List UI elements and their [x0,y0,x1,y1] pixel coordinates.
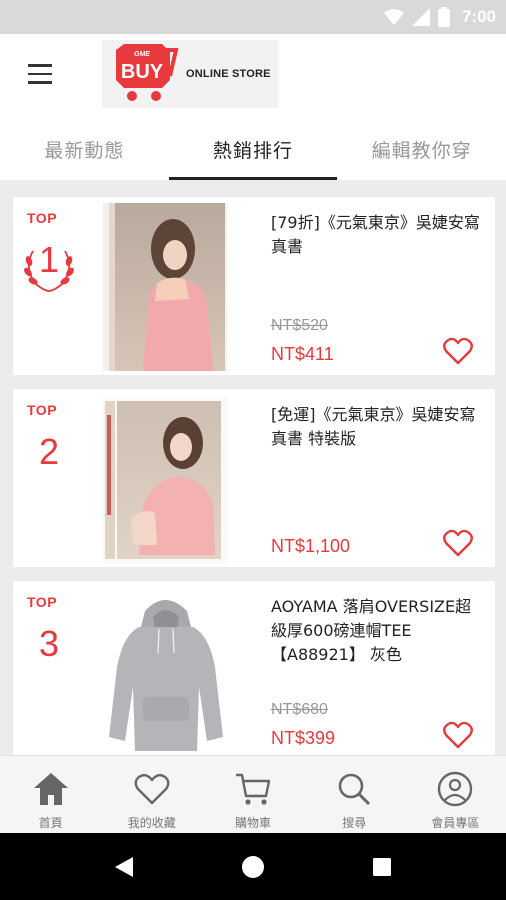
product-image-photobook-special[interactable] [103,395,227,563]
favorite-heart-icon[interactable] [443,721,473,749]
rank-label: TOP [27,402,58,418]
heart-icon [134,773,170,805]
nav-favorites[interactable]: 我的收藏 [101,756,202,833]
store-logo[interactable]: GME BUY ONLINE STORE [102,40,278,108]
nav-member[interactable]: 會員專區 [405,756,506,833]
tab-latest-news[interactable]: 最新動態 [0,118,169,180]
battery-icon [437,7,450,27]
system-navigation-bar [0,833,506,900]
search-icon [338,773,371,806]
nav-search[interactable]: 搜尋 [304,756,405,833]
nav-label: 會員專區 [431,816,480,830]
rank-number: 3 [38,623,60,664]
sale-price: NT$411 [271,344,334,364]
home-button[interactable] [233,847,273,887]
logo-brand-main: BUY [121,61,164,83]
product-card[interactable]: TOP 3 AOYAMA 落肩OVERSIZE超級厚600磅連帽TEE【A889… [13,581,495,755]
logo-brand-small: GME [134,51,150,58]
product-card[interactable]: TOP 1 [79折]《元氣東京》吳婕安寫真書 NT$520 NT$411 [13,197,495,375]
tab-editor-styling[interactable]: 編輯教你穿 [337,118,506,180]
nav-label: 購物車 [235,816,272,830]
original-price: NT$520 [271,317,328,334]
status-time: 7:00 [461,7,496,26]
product-card[interactable]: TOP 2 [免運]《元氣東京》吳婕安寫真書 特裝版 NT$1,100 [13,389,495,567]
user-icon [438,771,473,807]
recents-button[interactable] [362,847,402,887]
logo-tagline: ONLINE STORE [186,68,271,80]
rank-number: 2 [38,431,60,472]
signal-icon [411,8,430,26]
back-button[interactable] [104,847,144,887]
product-title[interactable]: [免運]《元氣東京》吳婕安寫真書 特裝版 [271,403,481,451]
favorite-heart-icon[interactable] [443,529,473,557]
rank-number: 1 [38,239,60,280]
app-header: GME BUY ONLINE STORE [0,34,506,118]
nav-label: 我的收藏 [127,816,176,830]
back-triangle-icon [115,856,134,877]
ranking-list[interactable]: TOP 1 [79折]《元氣東京》吳婕安寫真書 NT$520 NT$411 TO… [0,180,506,755]
cart-icon [236,773,271,805]
rank-label: TOP [27,210,58,226]
nav-label: 搜尋 [342,816,367,830]
sale-price: NT$1,100 [271,536,351,556]
home-icon [33,773,68,805]
product-title[interactable]: AOYAMA 落肩OVERSIZE超級厚600磅連帽TEE【A88921】 灰色 [271,595,481,667]
wifi-icon [383,9,404,25]
home-circle-icon [241,855,264,878]
cart-logo-icon: GME BUY [116,44,179,101]
hamburger-menu-icon[interactable] [28,64,52,84]
nav-cart[interactable]: 購物車 [202,756,303,833]
recents-square-icon [372,857,391,876]
favorite-heart-icon[interactable] [443,337,473,365]
product-image-hoodie[interactable] [103,587,227,755]
tab-best-sellers[interactable]: 熱銷排行 [168,118,338,180]
nav-home[interactable]: 首頁 [0,756,101,833]
product-image-photobook[interactable] [103,203,227,371]
bottom-navigation: 首頁 我的收藏 購物車 搜尋 會員專區 [0,755,506,833]
sale-price: NT$399 [271,728,336,748]
rank-label: TOP [27,594,58,610]
status-bar: 7:00 [0,0,506,34]
original-price: NT$680 [271,701,328,718]
nav-label: 首頁 [38,816,63,830]
category-tabs: 最新動態 熱銷排行 編輯教你穿 [0,118,506,180]
product-title[interactable]: [79折]《元氣東京》吳婕安寫真書 [271,211,481,259]
